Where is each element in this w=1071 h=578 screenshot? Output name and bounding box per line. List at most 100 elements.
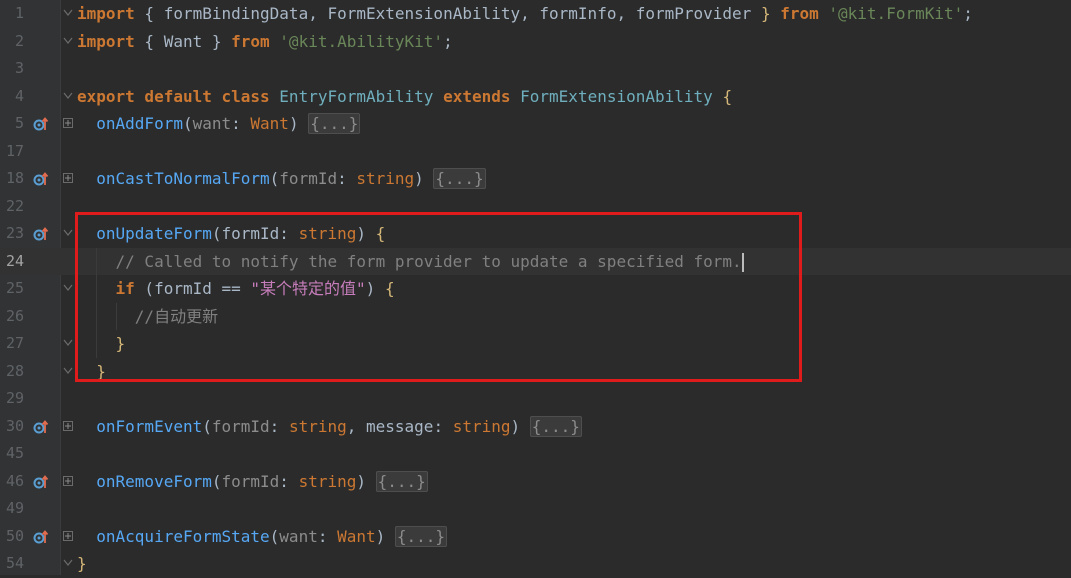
code-editor[interactable]: 1 import { formBindingData, FormExtension…	[0, 0, 1071, 575]
fold-toggle-icon[interactable]	[63, 475, 73, 486]
code-token: onAddForm	[96, 114, 183, 133]
line-number[interactable]: 27	[0, 330, 24, 358]
line-number[interactable]: 22	[0, 193, 24, 221]
code-token: {	[134, 4, 164, 23]
code-line[interactable]: 18 onCastToNormalForm(formId: string) {.…	[0, 165, 1071, 193]
code-token: ;	[443, 31, 453, 51]
fold-toggle-icon[interactable]	[63, 36, 73, 46]
line-number[interactable]: 50	[0, 523, 24, 551]
folded-code-block[interactable]: {...}	[308, 113, 361, 134]
line-number[interactable]: 1	[0, 0, 24, 28]
override-method-icon[interactable]	[33, 419, 49, 435]
fold-toggle-icon[interactable]	[63, 118, 73, 128]
code-line[interactable]: 3	[0, 55, 1071, 83]
override-method-icon[interactable]	[33, 529, 49, 545]
code-line[interactable]: 1 import { formBindingData, FormExtension…	[0, 0, 1071, 28]
override-method-icon[interactable]	[33, 226, 49, 242]
code-text[interactable]: onAcquireFormState(want: Want) {...}	[77, 523, 448, 551]
code-line[interactable]: 50 onAcquireFormState(want: Want) {...}	[0, 523, 1071, 551]
folded-code-block[interactable]: {...}	[375, 470, 428, 492]
code-text[interactable]: onCastToNormalForm(formId: string) {...}	[77, 165, 486, 193]
code-token: (	[202, 416, 212, 436]
folded-code-block[interactable]: {...}	[529, 415, 582, 437]
line-number[interactable]: 26	[0, 303, 24, 331]
line-number[interactable]: 46	[0, 468, 24, 496]
code-text[interactable]: onFormEvent(formId: string, message: str…	[77, 413, 582, 441]
fold-toggle-icon[interactable]	[63, 91, 73, 101]
line-number[interactable]: 4	[0, 83, 24, 111]
fold-toggle-icon[interactable]	[63, 366, 73, 376]
override-method-icon[interactable]	[33, 116, 49, 132]
fold-toggle-icon[interactable]	[63, 8, 73, 18]
code-line[interactable]: 49	[0, 495, 1071, 523]
code-token: formId	[221, 471, 280, 491]
code-line[interactable]: 54}	[0, 550, 1071, 578]
code-token: ,	[616, 4, 636, 23]
code-token: :	[279, 471, 299, 491]
code-token: (	[269, 526, 280, 546]
folded-code-block[interactable]: {...}	[394, 525, 448, 547]
folded-code-block[interactable]: {...}	[433, 168, 486, 189]
override-method-icon[interactable]	[33, 474, 49, 490]
code-token: FormExtensionAbility	[520, 86, 713, 106]
code-line[interactable]: 29	[0, 385, 1071, 413]
code-line[interactable]: 4 export default class EntryFormAbility e…	[0, 83, 1071, 111]
override-method-icon[interactable]	[33, 171, 49, 187]
fold-toggle-icon[interactable]	[63, 558, 73, 568]
code-text[interactable]: onAddForm(want: Want) {...}	[77, 110, 361, 138]
code-token: onRemoveForm	[96, 471, 212, 491]
code-token: { Want }	[134, 31, 232, 51]
line-number[interactable]: 45	[0, 440, 24, 468]
fold-toggle-icon[interactable]	[63, 338, 73, 348]
code-token: ,	[520, 4, 540, 23]
code-token: string	[298, 471, 357, 491]
line-number[interactable]: 25	[0, 275, 24, 303]
line-number[interactable]: 28	[0, 358, 24, 386]
code-token: (	[211, 471, 222, 491]
fold-toggle-icon[interactable]	[63, 420, 73, 431]
code-line[interactable]: 46 onRemoveForm(formId: string) {...}	[0, 468, 1071, 496]
code-token: string	[288, 416, 347, 436]
line-number[interactable]: 49	[0, 495, 24, 523]
code-token: )	[510, 416, 530, 436]
code-text[interactable]: import { formBindingData, FormExtensionA…	[77, 0, 973, 28]
code-token: '@kit.FormKit'	[828, 4, 964, 23]
line-number[interactable]: 17	[0, 138, 24, 166]
line-number[interactable]: 2	[0, 28, 24, 56]
code-token: string	[356, 169, 415, 188]
code-text[interactable]: export default class EntryFormAbility ex…	[77, 83, 732, 111]
line-number[interactable]: 3	[0, 55, 24, 83]
code-token: ;	[963, 4, 973, 23]
line-number[interactable]: 18	[0, 165, 24, 193]
line-number[interactable]: 23	[0, 220, 24, 248]
code-text[interactable]: import { Want } from '@kit.AbilityKit';	[77, 28, 453, 56]
code-line[interactable]: 5 onAddForm(want: Want) {...}	[0, 110, 1071, 138]
fold-toggle-icon[interactable]	[63, 283, 73, 293]
line-number[interactable]: 54	[0, 550, 24, 578]
code-line[interactable]: 17	[0, 138, 1071, 166]
code-line[interactable]: 30 onFormEvent(formId: string, message: …	[0, 413, 1071, 441]
code-line[interactable]: 2 import { Want } from '@kit.AbilityKit';	[0, 28, 1071, 56]
code-token: )	[288, 114, 309, 133]
code-token: Want	[337, 526, 376, 546]
code-token: onCastToNormalForm	[96, 169, 270, 188]
code-text[interactable]: onRemoveForm(formId: string) {...}	[77, 468, 428, 496]
fold-toggle-icon[interactable]	[63, 530, 73, 541]
code-line[interactable]: 45	[0, 440, 1071, 468]
code-token: FormExtensionAbility	[327, 4, 521, 23]
line-number[interactable]: 5	[0, 110, 24, 138]
line-number[interactable]: 24	[0, 248, 24, 276]
fold-toggle-icon[interactable]	[63, 228, 73, 238]
code-token: import	[77, 4, 135, 23]
code-text[interactable]: }	[77, 550, 87, 578]
fold-toggle-icon[interactable]	[63, 173, 73, 183]
line-number[interactable]: 30	[0, 413, 24, 441]
line-number[interactable]: 29	[0, 385, 24, 413]
